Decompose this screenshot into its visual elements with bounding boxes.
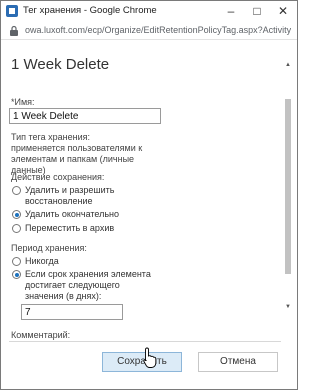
radio-label: Никогда bbox=[25, 256, 59, 266]
days-input[interactable]: 7 bbox=[21, 304, 123, 320]
close-button[interactable]: ✕ bbox=[275, 3, 291, 19]
lock-icon bbox=[10, 25, 18, 36]
vertical-scrollbar[interactable]: ▲ ▼ bbox=[284, 61, 292, 311]
address-bar[interactable]: owa.luxoft.com/ecp/Organize/EditRetentio… bbox=[1, 22, 297, 40]
tag-type-label: Тип тега хранения: bbox=[11, 132, 90, 142]
browser-window: Тег хранения - Google Chrome – □ ✕ owa.l… bbox=[0, 0, 298, 390]
radio-move-to-archive[interactable]: Переместить в архив bbox=[12, 223, 114, 234]
radio-never[interactable]: Никогда bbox=[12, 256, 59, 267]
url-text: owa.luxoft.com/ecp/Organize/EditRetentio… bbox=[25, 25, 291, 35]
save-button[interactable]: Сохранить bbox=[102, 352, 182, 372]
retention-action-label: Действие сохранения: bbox=[11, 172, 105, 182]
name-label: *Имя: bbox=[11, 97, 35, 107]
retention-period-label: Период хранения: bbox=[11, 243, 87, 253]
radio-label: Если срок хранения элемента достигает сл… bbox=[25, 269, 151, 301]
radio-delete-allow-recovery[interactable]: Удалить и разрешить восстановление bbox=[12, 185, 142, 207]
radio-button-checked[interactable] bbox=[12, 210, 21, 219]
page-title: 1 Week Delete bbox=[11, 56, 110, 73]
scroll-thumb[interactable] bbox=[285, 99, 291, 274]
cancel-button[interactable]: Отмена bbox=[198, 352, 278, 372]
exchange-app-icon bbox=[6, 5, 18, 17]
radio-button[interactable] bbox=[12, 186, 21, 195]
radio-label: Удалить окончательно bbox=[25, 209, 120, 219]
radio-retention-days[interactable]: Если срок хранения элемента достигает сл… bbox=[12, 269, 152, 302]
radio-label: Переместить в архив bbox=[25, 223, 115, 233]
radio-label: Удалить и разрешить восстановление bbox=[25, 185, 115, 206]
radio-button[interactable] bbox=[12, 224, 21, 233]
comment-label: Комментарий: bbox=[11, 330, 71, 340]
footer-divider bbox=[9, 341, 281, 342]
window-title: Тег хранения - Google Chrome bbox=[23, 5, 157, 16]
radio-button[interactable] bbox=[12, 257, 21, 266]
hand-cursor-icon bbox=[143, 347, 157, 368]
radio-delete-permanently[interactable]: Удалить окончательно bbox=[12, 209, 119, 220]
form-content: 1 Week Delete *Имя: 1 Week Delete Тип те… bbox=[1, 41, 297, 341]
maximize-button[interactable]: □ bbox=[249, 3, 265, 19]
radio-button-checked[interactable] bbox=[12, 270, 21, 279]
title-bar: Тег хранения - Google Chrome – □ ✕ bbox=[1, 1, 297, 22]
scroll-up-arrow-icon[interactable]: ▲ bbox=[284, 61, 292, 69]
minimize-button[interactable]: – bbox=[223, 3, 239, 19]
scroll-down-arrow-icon[interactable]: ▼ bbox=[284, 303, 292, 311]
name-input[interactable]: 1 Week Delete bbox=[9, 108, 161, 124]
